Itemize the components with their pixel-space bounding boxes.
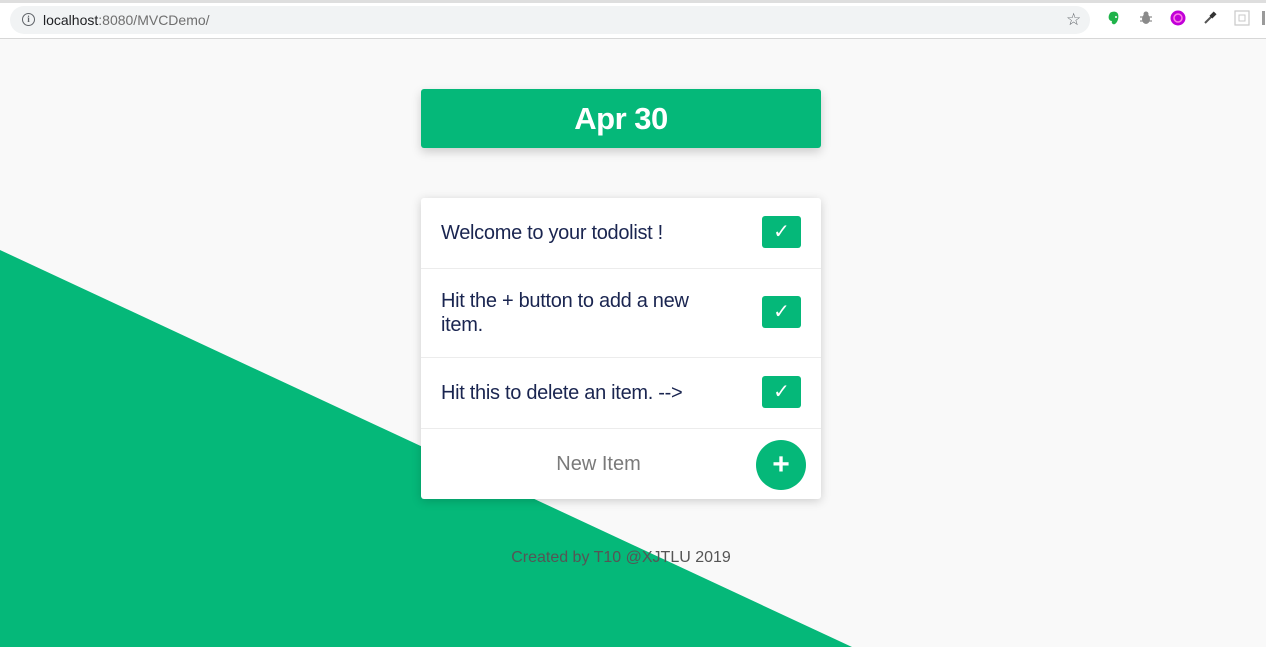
bookmark-star-icon[interactable]: ☆ bbox=[1066, 10, 1081, 30]
browser-toolbar: i localhost:8080/MVCDemo/ ☆ bbox=[0, 0, 1266, 39]
new-item-input[interactable] bbox=[441, 449, 756, 479]
new-item-row: + bbox=[421, 429, 821, 499]
todo-item-text: Welcome to your todolist ! bbox=[441, 222, 663, 244]
address-bar[interactable]: i localhost:8080/MVCDemo/ ☆ bbox=[10, 6, 1090, 34]
evernote-extension-icon[interactable] bbox=[1106, 10, 1122, 26]
purple-extension-icon[interactable] bbox=[1170, 10, 1186, 26]
url-host: localhost bbox=[43, 12, 99, 28]
footer-credit: Created by T10 @XJTLU 2019 bbox=[511, 549, 731, 566]
bug-extension-icon[interactable] bbox=[1138, 10, 1154, 26]
add-item-button[interactable]: + bbox=[756, 440, 806, 490]
tab-strip-edge bbox=[0, 0, 1266, 3]
grid-extension-icon[interactable] bbox=[1234, 10, 1250, 26]
info-icon[interactable]: i bbox=[22, 13, 35, 26]
todo-item: Hit the + button to add a new item. ✓ bbox=[421, 269, 821, 358]
todo-item-text: Hit the + button to add a new item. bbox=[441, 290, 689, 336]
delete-item-button[interactable]: ✓ bbox=[762, 376, 801, 408]
todo-list-card: Welcome to your todolist ! ✓ Hit the + b… bbox=[421, 198, 821, 499]
delete-item-button[interactable]: ✓ bbox=[762, 216, 801, 248]
todo-item-text: Hit this to delete an item. --> bbox=[441, 382, 683, 404]
delete-item-button[interactable]: ✓ bbox=[762, 296, 801, 328]
url-path: :8080/MVCDemo/ bbox=[98, 12, 210, 28]
url-text[interactable]: localhost:8080/MVCDemo/ bbox=[43, 12, 210, 28]
eyedropper-extension-icon[interactable] bbox=[1202, 10, 1218, 26]
toolbar-overflow-edge bbox=[1262, 11, 1265, 25]
todo-item: Hit this to delete an item. --> ✓ bbox=[421, 358, 821, 429]
date-header: Apr 30 bbox=[421, 89, 821, 148]
todo-item: Welcome to your todolist ! ✓ bbox=[421, 198, 821, 269]
